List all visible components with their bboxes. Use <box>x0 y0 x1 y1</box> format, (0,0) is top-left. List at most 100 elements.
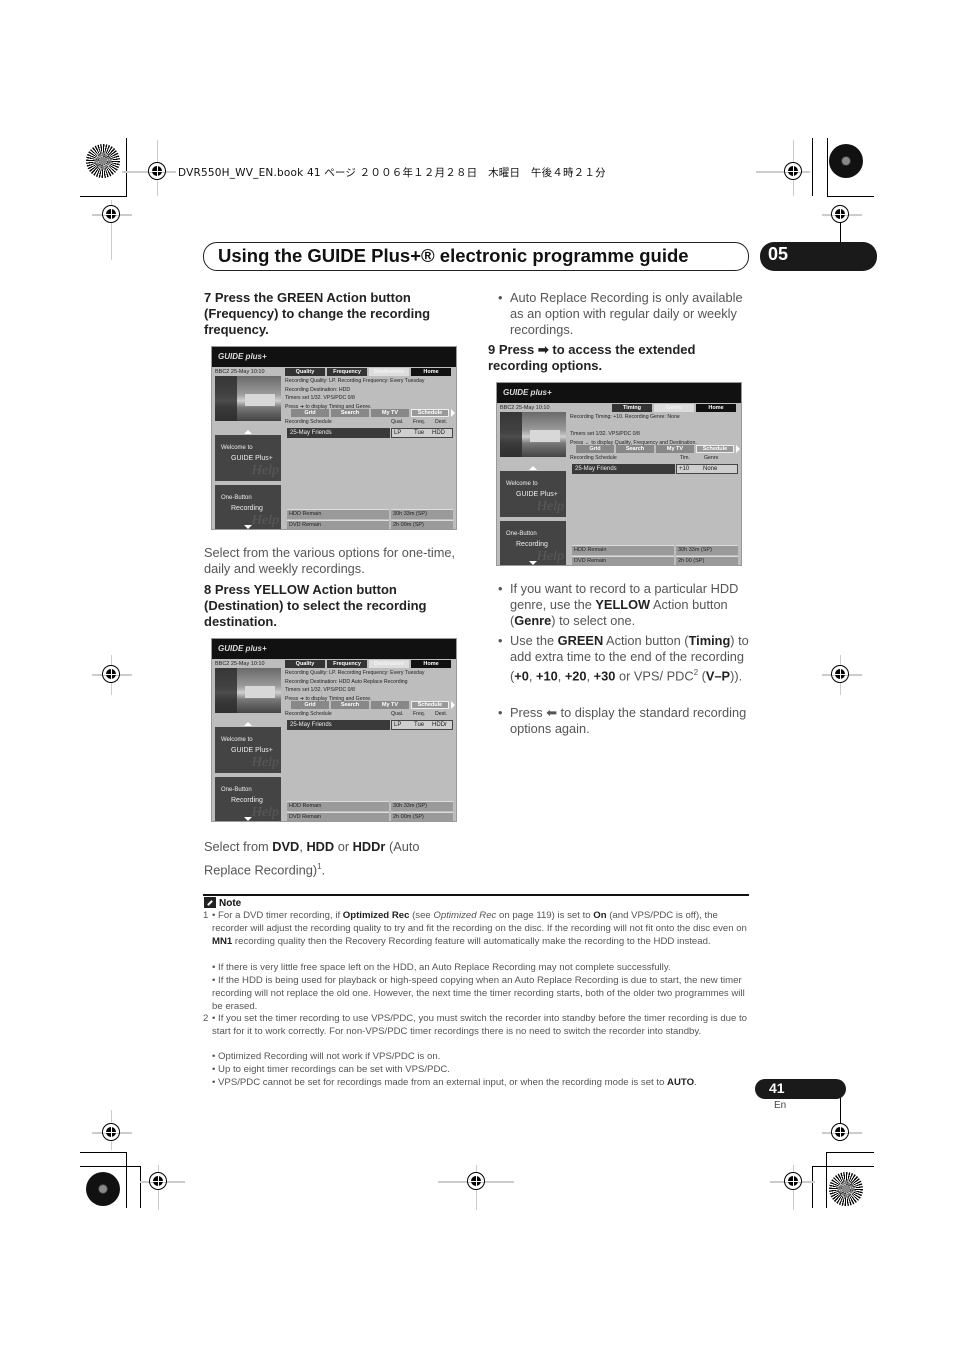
schedule-row[interactable]: 25-May Friends +10 None <box>572 464 738 474</box>
schedule-values: LP Tue HDD <box>391 428 453 438</box>
nav-search[interactable]: Search <box>616 445 654 453</box>
scroll-down-icon[interactable] <box>244 817 252 821</box>
dvd-remain-row: DVD Remain 2h 00m (SP) <box>287 812 453 821</box>
tab-destination[interactable]: Destination <box>369 368 409 376</box>
bullet-item: • Use the GREEN Action button (Timing) t… <box>498 633 749 684</box>
tab-home[interactable]: Home <box>696 404 736 412</box>
nav-my-tv[interactable]: My TV <box>371 409 409 417</box>
tab-quality[interactable]: Quality <box>285 368 325 376</box>
schedule-label: Recording Schedule <box>285 711 332 717</box>
info-line: Recording Destination: HDD Auto Replace … <box>285 678 408 685</box>
step-7: 7 Press the GREEN Action button (Frequen… <box>204 290 431 337</box>
channel-info: BBC2 25-May 10:10 <box>500 405 550 411</box>
scroll-up-icon[interactable] <box>244 430 252 434</box>
bullet-dot: • <box>498 633 503 648</box>
footnote-1a: 1 • For a DVD timer recording, if Optimi… <box>203 910 751 962</box>
nav-my-tv[interactable]: My TV <box>656 445 694 453</box>
page-number: 41 <box>769 1080 785 1096</box>
crop-line <box>80 1152 127 1153</box>
chapter-number: 05 <box>768 244 789 264</box>
nav-search[interactable]: Search <box>331 701 369 709</box>
col-header: Genre <box>704 455 719 461</box>
registration-mark-icon <box>831 205 849 223</box>
nav-grid[interactable]: Grid <box>291 701 329 709</box>
frequency-value: Tue <box>414 722 425 728</box>
bullet-item: • Auto Replace Recording is only availab… <box>498 290 750 338</box>
promo-line: Recording <box>231 797 263 804</box>
timing-option: +20 <box>564 668 587 684</box>
tab-destination[interactable]: Destination <box>369 660 409 668</box>
promo-line: Welcome to <box>221 737 253 743</box>
guide-screen-frequency: GUIDE plus+ BBC2 25-May 10:10 Quality Fr… <box>211 346 457 530</box>
schedule-label: Recording Schedule <box>570 455 617 461</box>
tab-home[interactable]: Home <box>411 368 451 376</box>
tab-quality[interactable]: Quality <box>285 660 325 668</box>
registration-mark-icon <box>784 162 802 180</box>
schedule-row[interactable]: 25-May Friends LP Tue HDDr <box>287 720 453 730</box>
registration-mark-icon <box>831 665 849 683</box>
timing-option: V–P <box>705 668 731 684</box>
guide-screen-extended: GUIDE plus+ BBC2 25-May 10:10 Timing Gen… <box>496 382 742 566</box>
tab-frequency[interactable]: Frequency <box>327 368 367 376</box>
arrow-right-icon <box>451 409 455 417</box>
info-line: Timers set 1/32. VPS/PDC 0/8 <box>570 431 640 438</box>
scroll-up-icon[interactable] <box>244 722 252 726</box>
channel-info: BBC2 25-May 10:10 <box>215 369 265 375</box>
recording-info: Recording Quality: LP. Recording Frequen… <box>285 669 424 704</box>
remain-value: 30h 33m (SP) <box>676 545 738 555</box>
schedule-row[interactable]: 25-May Friends LP Tue HDD <box>287 428 453 438</box>
tab-frequency[interactable]: Frequency <box>327 660 367 668</box>
info-line: Timers set 1/32. VPS/PDC 0/8 <box>285 687 355 694</box>
tab-genre[interactable]: Genre <box>654 404 694 412</box>
remain-label: DVD Remain <box>287 812 389 821</box>
note-heading: Note <box>204 897 241 909</box>
nav-my-tv[interactable]: My TV <box>371 701 409 709</box>
language-code: En <box>774 1100 787 1111</box>
recording-info: Recording Timing: +10. Recording Genre: … <box>570 413 697 448</box>
promo-line: Recording <box>516 541 548 548</box>
promo-welcome[interactable]: Welcome to GUIDE Plus+ Help <box>500 471 566 517</box>
registration-mark-icon <box>102 665 120 683</box>
scroll-down-icon[interactable] <box>244 525 252 529</box>
registration-mark-icon <box>149 1172 167 1190</box>
nav-schedule[interactable]: Schedule <box>411 409 449 417</box>
text: • Up to eight timer recordings can be se… <box>212 1064 450 1075</box>
text: or VPS/ PDC <box>615 668 694 684</box>
tab-home[interactable]: Home <box>411 660 451 668</box>
guide-nav: Grid Search My TV Schedule <box>291 409 455 417</box>
nav-grid[interactable]: Grid <box>576 445 614 453</box>
text: recording quality then the Recovery Reco… <box>232 935 711 947</box>
yellow-label: YELLOW <box>595 597 651 612</box>
scroll-up-icon[interactable] <box>529 466 537 470</box>
promo-welcome[interactable]: Welcome to GUIDE Plus+ Help <box>215 435 281 481</box>
tab-timing[interactable]: Timing <box>612 404 652 412</box>
promo-one-button[interactable]: One-Button Recording Help <box>500 521 566 565</box>
remain-value: 2h 00m (SP) <box>391 520 453 529</box>
nav-grid[interactable]: Grid <box>291 409 329 417</box>
setting-value: On <box>593 910 607 921</box>
tv-preview-image <box>215 668 281 713</box>
channel-info: BBC2 25-May 10:10 <box>215 661 265 667</box>
nav-schedule[interactable]: Schedule <box>696 445 734 453</box>
section-title-bar: Using the GUIDE Plus+® electronic progra… <box>203 242 749 271</box>
info-line: Timers set 1/32. VPS/PDC 0/8 <box>285 395 355 402</box>
crop-line <box>826 1152 827 1208</box>
action-tabs: Quality Frequency Destination Home <box>285 368 451 376</box>
nav-schedule[interactable]: Schedule <box>411 701 449 709</box>
footnote-number: 1 <box>203 910 209 921</box>
cross-reference: Optimized Rec <box>433 910 497 921</box>
promo-line: GUIDE Plus+ <box>231 455 273 462</box>
text: ( <box>698 668 706 684</box>
crop-line <box>80 196 127 197</box>
guide-plus-logo: GUIDE plus+ <box>218 644 267 653</box>
scroll-down-icon[interactable] <box>529 561 537 565</box>
col-header: Freq. <box>413 711 426 717</box>
pencil-icon <box>204 897 216 908</box>
promo-welcome[interactable]: Welcome to GUIDE Plus+ Help <box>215 727 281 773</box>
registration-star-icon <box>86 144 120 178</box>
promo-one-button[interactable]: One-Button Recording Help <box>215 485 281 529</box>
nav-search[interactable]: Search <box>331 409 369 417</box>
note-divider <box>203 894 749 896</box>
footnote-number: 2 <box>203 1013 209 1024</box>
promo-one-button[interactable]: One-Button Recording Help <box>215 777 281 821</box>
